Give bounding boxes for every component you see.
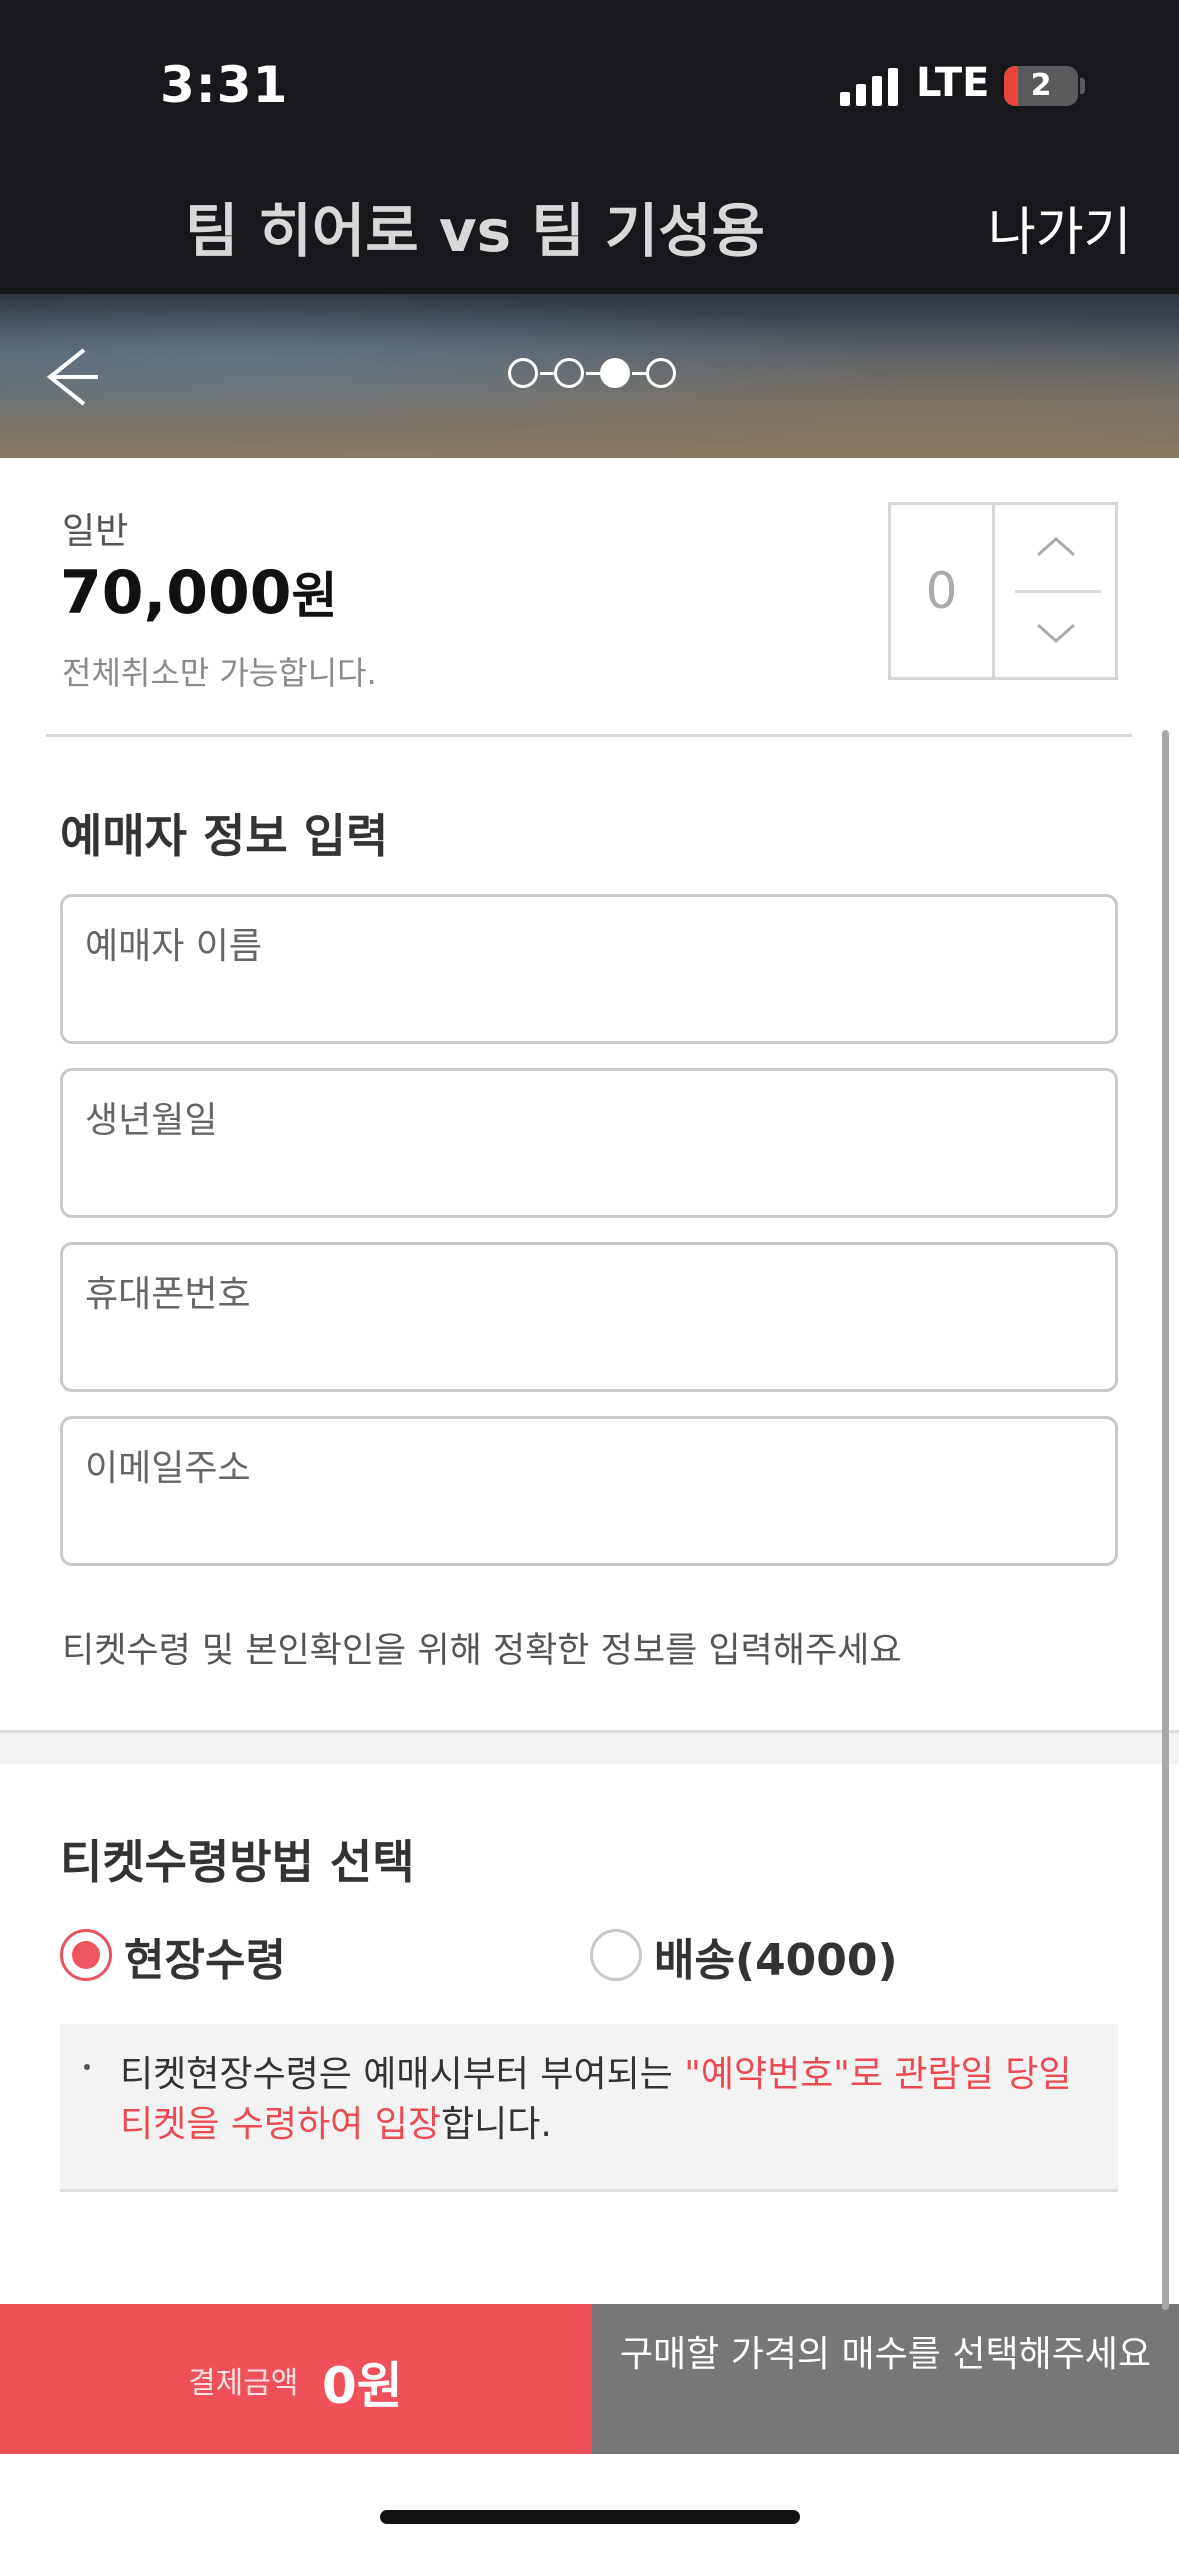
birthdate-field[interactable]: 생년월일 xyxy=(60,1068,1118,1218)
pickup-notice: 티켓현장수령은 예매시부터 부여되는 "예약번호"로 관람일 당일 티켓을 수령… xyxy=(60,2024,1118,2192)
delivery-label[interactable]: 배송(4000) xyxy=(654,1924,898,1988)
bullet-icon xyxy=(84,2064,90,2070)
birthdate-input[interactable] xyxy=(83,1155,1093,1199)
step-indicator xyxy=(508,356,678,390)
ticket-price: 70,000원 xyxy=(60,556,338,628)
battery-icon: 2 xyxy=(1004,66,1078,106)
receive-method-title: 티켓수령방법 선택 xyxy=(60,1835,415,1889)
back-arrow-icon[interactable] xyxy=(42,342,102,412)
phone-field[interactable]: 휴대폰번호 xyxy=(60,1242,1118,1392)
quantity-stepper: 0 xyxy=(888,502,1118,680)
email-input[interactable] xyxy=(83,1503,1093,1547)
increase-button[interactable] xyxy=(998,505,1115,591)
radio-delivery[interactable] xyxy=(590,1929,642,1981)
phone-input[interactable] xyxy=(83,1329,1093,1373)
pickup-notice-text: 티켓현장수령은 예매시부터 부여되는 "예약번호"로 관람일 당일 티켓을 수령… xyxy=(120,2050,1080,2150)
onsite-pickup-label[interactable]: 현장수령 xyxy=(124,1924,286,1988)
phone-label: 휴대폰번호 xyxy=(85,1274,251,1315)
step-dot-2 xyxy=(554,358,584,388)
decrease-button[interactable] xyxy=(998,591,1115,677)
purchase-button-label: 구매할 가격의 매수를 선택해주세요 xyxy=(619,2334,1152,2375)
notice-text-part2: 합니다. xyxy=(440,2104,552,2145)
step-dot-4 xyxy=(646,358,676,388)
purchase-button[interactable]: 구매할 가격의 매수를 선택해주세요 xyxy=(592,2304,1179,2454)
page-title: 팀 히어로 vs 팀 기성용 xyxy=(185,197,765,265)
step-dot-3 xyxy=(600,358,630,388)
exit-button[interactable]: 나가기 xyxy=(988,190,1132,265)
email-label: 이메일주소 xyxy=(85,1448,251,1489)
payment-amount: 0원 xyxy=(322,2357,403,2415)
email-field[interactable]: 이메일주소 xyxy=(60,1416,1118,1566)
hero-banner xyxy=(0,294,1179,458)
scrollbar[interactable] xyxy=(1162,730,1169,2310)
quantity-value: 0 xyxy=(891,505,995,677)
section-separator xyxy=(0,1730,1179,1764)
ticket-price-value: 70,000 xyxy=(60,558,292,628)
battery-nub xyxy=(1080,78,1085,94)
ticket-type: 일반 xyxy=(62,511,129,552)
app-header: 3:31 LTE 2 팀 히어로 vs 팀 기성용 나가기 xyxy=(0,0,1179,294)
status-time: 3:31 xyxy=(160,56,289,114)
booker-name-field[interactable]: 예매자 이름 xyxy=(60,894,1118,1044)
booker-name-input[interactable] xyxy=(83,981,1093,1025)
notice-text-part1: 티켓현장수령은 예매시부터 부여되는 xyxy=(120,2054,685,2095)
divider xyxy=(46,734,1132,737)
booker-help-text: 티켓수령 및 본인확인을 위해 정확한 정보를 입력해주세요 xyxy=(62,1631,902,1671)
battery-level: 2 xyxy=(1030,68,1052,103)
ticket-price-unit: 원 xyxy=(291,567,338,625)
home-indicator[interactable] xyxy=(380,2510,800,2524)
booker-info-title: 예매자 정보 입력 xyxy=(60,809,389,863)
birthdate-label: 생년월일 xyxy=(85,1100,218,1141)
network-label: LTE xyxy=(916,60,990,106)
ticket-note: 전체취소만 가능합니다. xyxy=(62,654,377,692)
payment-label: 결제금액 xyxy=(188,2366,299,2401)
step-dot-1 xyxy=(508,358,538,388)
payment-total-bar: 결제금액 0원 xyxy=(0,2304,592,2454)
signal-icon xyxy=(840,66,900,106)
radio-onsite-pickup[interactable] xyxy=(60,1929,112,1981)
booker-name-label: 예매자 이름 xyxy=(85,926,263,967)
